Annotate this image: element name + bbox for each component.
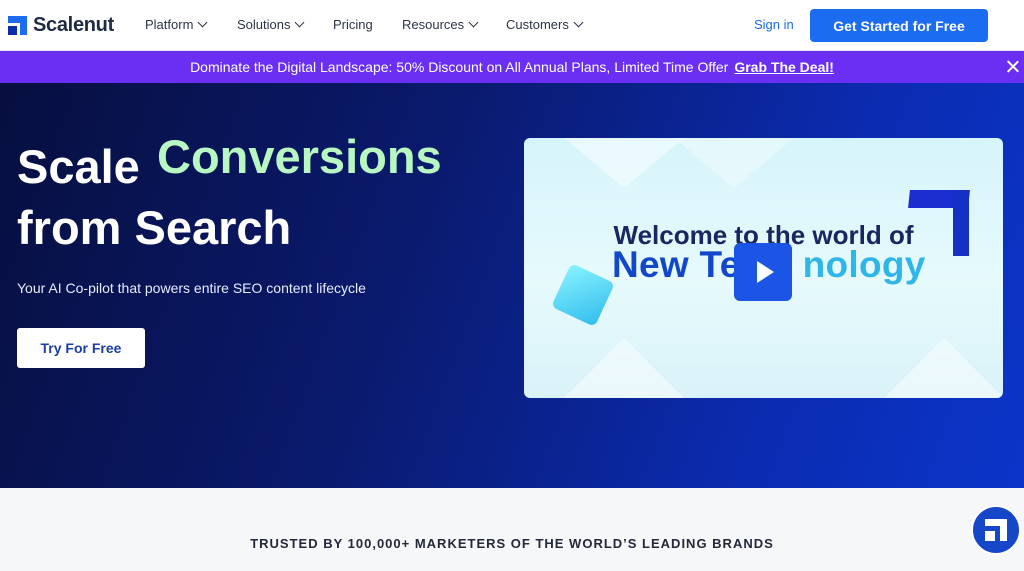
nav-item-label: Solutions [237,17,291,32]
promo-banner: Dominate the Digital Landscape: 50% Disc… [0,51,1024,83]
nav-item-platform[interactable]: Platform [145,17,208,32]
decorative-triangle [674,138,794,188]
nav-item-pricing[interactable]: Pricing [333,17,373,32]
sign-in-link[interactable]: Sign in [754,17,794,32]
promo-text: Dominate the Digital Landscape: 50% Disc… [190,59,729,75]
video-player[interactable]: Welcome to the world of New Te nology [524,138,1003,398]
scalenut-chat-icon [985,519,1007,541]
get-started-button[interactable]: Get Started for Free [810,9,988,42]
nav-item-resources[interactable]: Resources [402,17,479,32]
nav-item-label: Customers [506,17,569,32]
hero-headline-line1: Scale [17,140,140,193]
chevron-down-icon [468,17,479,28]
top-navbar: Scalenut Platform Solutions Pricing Reso… [0,0,1024,51]
nav-item-solutions[interactable]: Solutions [237,17,305,32]
close-icon[interactable] [1007,60,1019,72]
try-for-free-button[interactable]: Try For Free [17,328,145,368]
nav-item-customers[interactable]: Customers [506,17,584,32]
play-button[interactable] [734,243,792,301]
chat-widget-button[interactable] [971,505,1021,555]
nav-item-label: Resources [402,17,465,32]
chevron-down-icon [295,17,305,28]
play-icon [757,261,774,283]
video-title-part: New Te [612,244,741,285]
cube-graphic [551,263,615,327]
nav-item-label: Platform [145,17,194,32]
chevron-down-icon [573,17,584,28]
hero-headline-line2: from Search [17,201,292,254]
video-title-part: nology [802,244,926,285]
trusted-by-section: TRUSTED BY 100,000+ MARKETERS OF THE WOR… [0,488,1024,571]
hero-section: Scale Conversions from Search Your AI Co… [0,83,1024,488]
grab-deal-link[interactable]: Grab The Deal! [734,59,834,75]
trusted-by-heading: TRUSTED BY 100,000+ MARKETERS OF THE WOR… [250,536,774,551]
decorative-triangle [884,338,1003,398]
hero-subtitle: Your AI Co-pilot that powers entire SEO … [17,280,366,296]
chevron-down-icon [197,17,208,28]
decorative-triangle [564,138,684,188]
main-menu: Platform Solutions Pricing Resources Cus… [0,17,600,35]
hero-headline-accent: Conversions [157,130,442,183]
decorative-triangle [564,338,684,398]
nav-item-label: Pricing [333,17,373,32]
